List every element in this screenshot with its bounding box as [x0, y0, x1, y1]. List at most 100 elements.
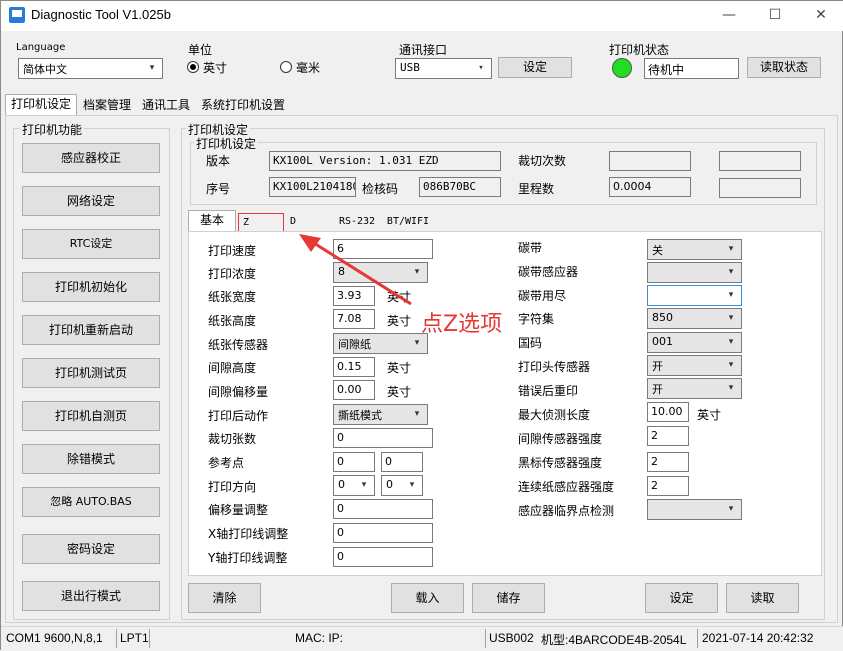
status-com: COM1 9600,N,8,1	[6, 631, 103, 645]
load-button[interactable]: 载入	[391, 583, 464, 613]
cut-count-input[interactable]: 0	[333, 428, 433, 448]
reprint-label: 错误后重印	[518, 384, 579, 398]
subtab-basic[interactable]: 基本	[188, 210, 236, 232]
reference-label: 参考点	[208, 456, 245, 470]
window-title: Diagnostic Tool V1.025b	[31, 7, 171, 22]
direction-select-1[interactable]: 0 ▾	[333, 475, 375, 496]
max-detect-input[interactable]: 10.00	[647, 402, 689, 422]
status-separator	[149, 629, 150, 648]
printer-status-field: 待机中	[644, 58, 739, 79]
cut-count-field	[609, 151, 691, 171]
charset-select[interactable]: 850 ▾	[647, 308, 742, 329]
mark-strength-input[interactable]: 2	[647, 452, 689, 472]
tab-printer-settings[interactable]: 打印机设定	[5, 94, 77, 116]
direction-value-2: 0	[386, 478, 393, 491]
ribbon-sensor-select[interactable]: ▾	[647, 262, 742, 283]
offset-adjust-label: 偏移量调整	[208, 503, 269, 517]
direction-label: 打印方向	[208, 480, 257, 494]
reference-x-input[interactable]: 0	[333, 452, 375, 472]
test-page-button[interactable]: 打印机测试页	[22, 358, 160, 388]
x-adjust-label: X轴打印线调整	[208, 527, 289, 541]
tab-comm-tools[interactable]: 通讯工具	[138, 96, 194, 116]
clear-button[interactable]: 清除	[188, 583, 261, 613]
cut-count-param-label: 裁切张数	[208, 432, 257, 446]
threshold-select[interactable]: ▾	[647, 499, 742, 520]
tab-system-printer[interactable]: 系统打印机设置	[197, 96, 289, 116]
head-sensor-select[interactable]: 开 ▾	[647, 355, 742, 376]
status-led-icon	[612, 58, 632, 78]
settings-inner-title: 打印机设定	[194, 135, 259, 152]
post-print-select[interactable]: 撕纸模式 ▾	[333, 404, 428, 425]
chevron-down-icon: ▾	[728, 290, 734, 300]
maximize-icon[interactable]: ☐	[752, 1, 798, 31]
functions-title: 打印机功能	[20, 121, 85, 138]
status-model: 机型:4BARCODE4B-2054L	[541, 633, 687, 647]
chevron-down-icon: ▾	[728, 383, 734, 393]
status-usb: USB002	[489, 631, 534, 645]
checksum-field: 086B70BC	[419, 177, 501, 197]
minimize-icon[interactable]: —	[706, 1, 752, 31]
network-settings-button[interactable]: 网络设定	[22, 186, 160, 216]
paper-height-label: 纸张高度	[208, 314, 257, 328]
ignore-autobas-button[interactable]: 忽略 AUTO.BAS	[22, 487, 160, 517]
mileage-label: 里程数	[518, 182, 555, 196]
title-bar: Diagnostic Tool V1.025b — ☐ ✕	[1, 1, 843, 31]
status-datetime: 2021-07-14 20:42:32	[702, 631, 814, 645]
unit-mm-radio[interactable]	[280, 61, 292, 73]
mileage-field: 0.0004	[609, 177, 691, 197]
offset-adjust-input[interactable]: 0	[333, 499, 433, 519]
unit-inch-label: 英寸	[203, 61, 228, 75]
exit-line-mode-button[interactable]: 退出行模式	[22, 581, 160, 611]
rtc-settings-button[interactable]: RTC设定	[22, 229, 160, 259]
post-print-label: 打印后动作	[208, 409, 269, 423]
ribbon-select[interactable]: 关 ▾	[647, 239, 742, 260]
chevron-down-icon: ▾	[728, 360, 734, 370]
comm-select[interactable]: USB ▾	[395, 58, 492, 79]
direction-select-2[interactable]: 0 ▾	[381, 475, 423, 496]
y-adjust-label: Y轴打印线调整	[208, 551, 288, 565]
paper-sensor-select[interactable]: 间隙纸 ▾	[333, 333, 428, 354]
chevron-down-icon: ▾	[361, 480, 367, 490]
password-settings-button[interactable]: 密码设定	[22, 534, 160, 564]
cut-count-field-2	[719, 151, 801, 171]
close-icon[interactable]: ✕	[798, 1, 843, 31]
x-adjust-input[interactable]: 0	[333, 523, 433, 543]
y-adjust-input[interactable]: 0	[333, 547, 433, 567]
comm-set-button[interactable]: 设定	[498, 57, 572, 78]
debug-mode-button[interactable]: 除错模式	[22, 444, 160, 474]
reprint-select[interactable]: 开 ▾	[647, 378, 742, 399]
status-separator	[116, 629, 117, 648]
read-status-button[interactable]: 读取状态	[747, 57, 821, 78]
gap-offset-unit: 英寸	[387, 385, 412, 399]
paper-width-label: 纸张宽度	[208, 290, 257, 304]
ribbon-sensor-label: 碳带感应器	[518, 265, 579, 279]
print-speed-label: 打印速度	[208, 244, 257, 258]
read-button[interactable]: 读取	[726, 583, 799, 613]
mileage-field-2	[719, 178, 801, 198]
checksum-label: 检核码	[362, 182, 399, 196]
ribbon-label: 碳带	[518, 241, 543, 255]
tab-file-management[interactable]: 档案管理	[79, 96, 135, 116]
printer-restart-button[interactable]: 打印机重新启动	[22, 315, 160, 345]
save-button[interactable]: 储存	[472, 583, 545, 613]
set-button[interactable]: 设定	[645, 583, 718, 613]
status-lpt: LPT1	[120, 631, 149, 645]
ribbon-end-select[interactable]: ▾	[647, 285, 742, 306]
chevron-down-icon: ▾	[728, 313, 734, 323]
self-test-page-button[interactable]: 打印机自测页	[22, 401, 160, 431]
annotation-text: 点Z选项	[421, 312, 503, 337]
serial-field: KX100L21041803	[269, 177, 356, 197]
cont-strength-input[interactable]: 2	[647, 476, 689, 496]
reference-y-input[interactable]: 0	[381, 452, 423, 472]
gap-strength-input[interactable]: 2	[647, 426, 689, 446]
charset-label: 字符集	[518, 312, 555, 326]
unit-inch-radio[interactable]	[187, 61, 199, 73]
gap-offset-input[interactable]: 0.00	[333, 380, 375, 400]
sensor-calibration-button[interactable]: 感应器校正	[22, 143, 160, 173]
printer-init-button[interactable]: 打印机初始化	[22, 272, 160, 302]
country-select[interactable]: 001 ▾	[647, 332, 742, 353]
unit-mm-label: 毫米	[296, 61, 321, 75]
chevron-down-icon: ▾	[728, 244, 734, 254]
gap-height-input[interactable]: 0.15	[333, 357, 375, 377]
language-select[interactable]: 简体中文 ▾	[18, 58, 163, 79]
